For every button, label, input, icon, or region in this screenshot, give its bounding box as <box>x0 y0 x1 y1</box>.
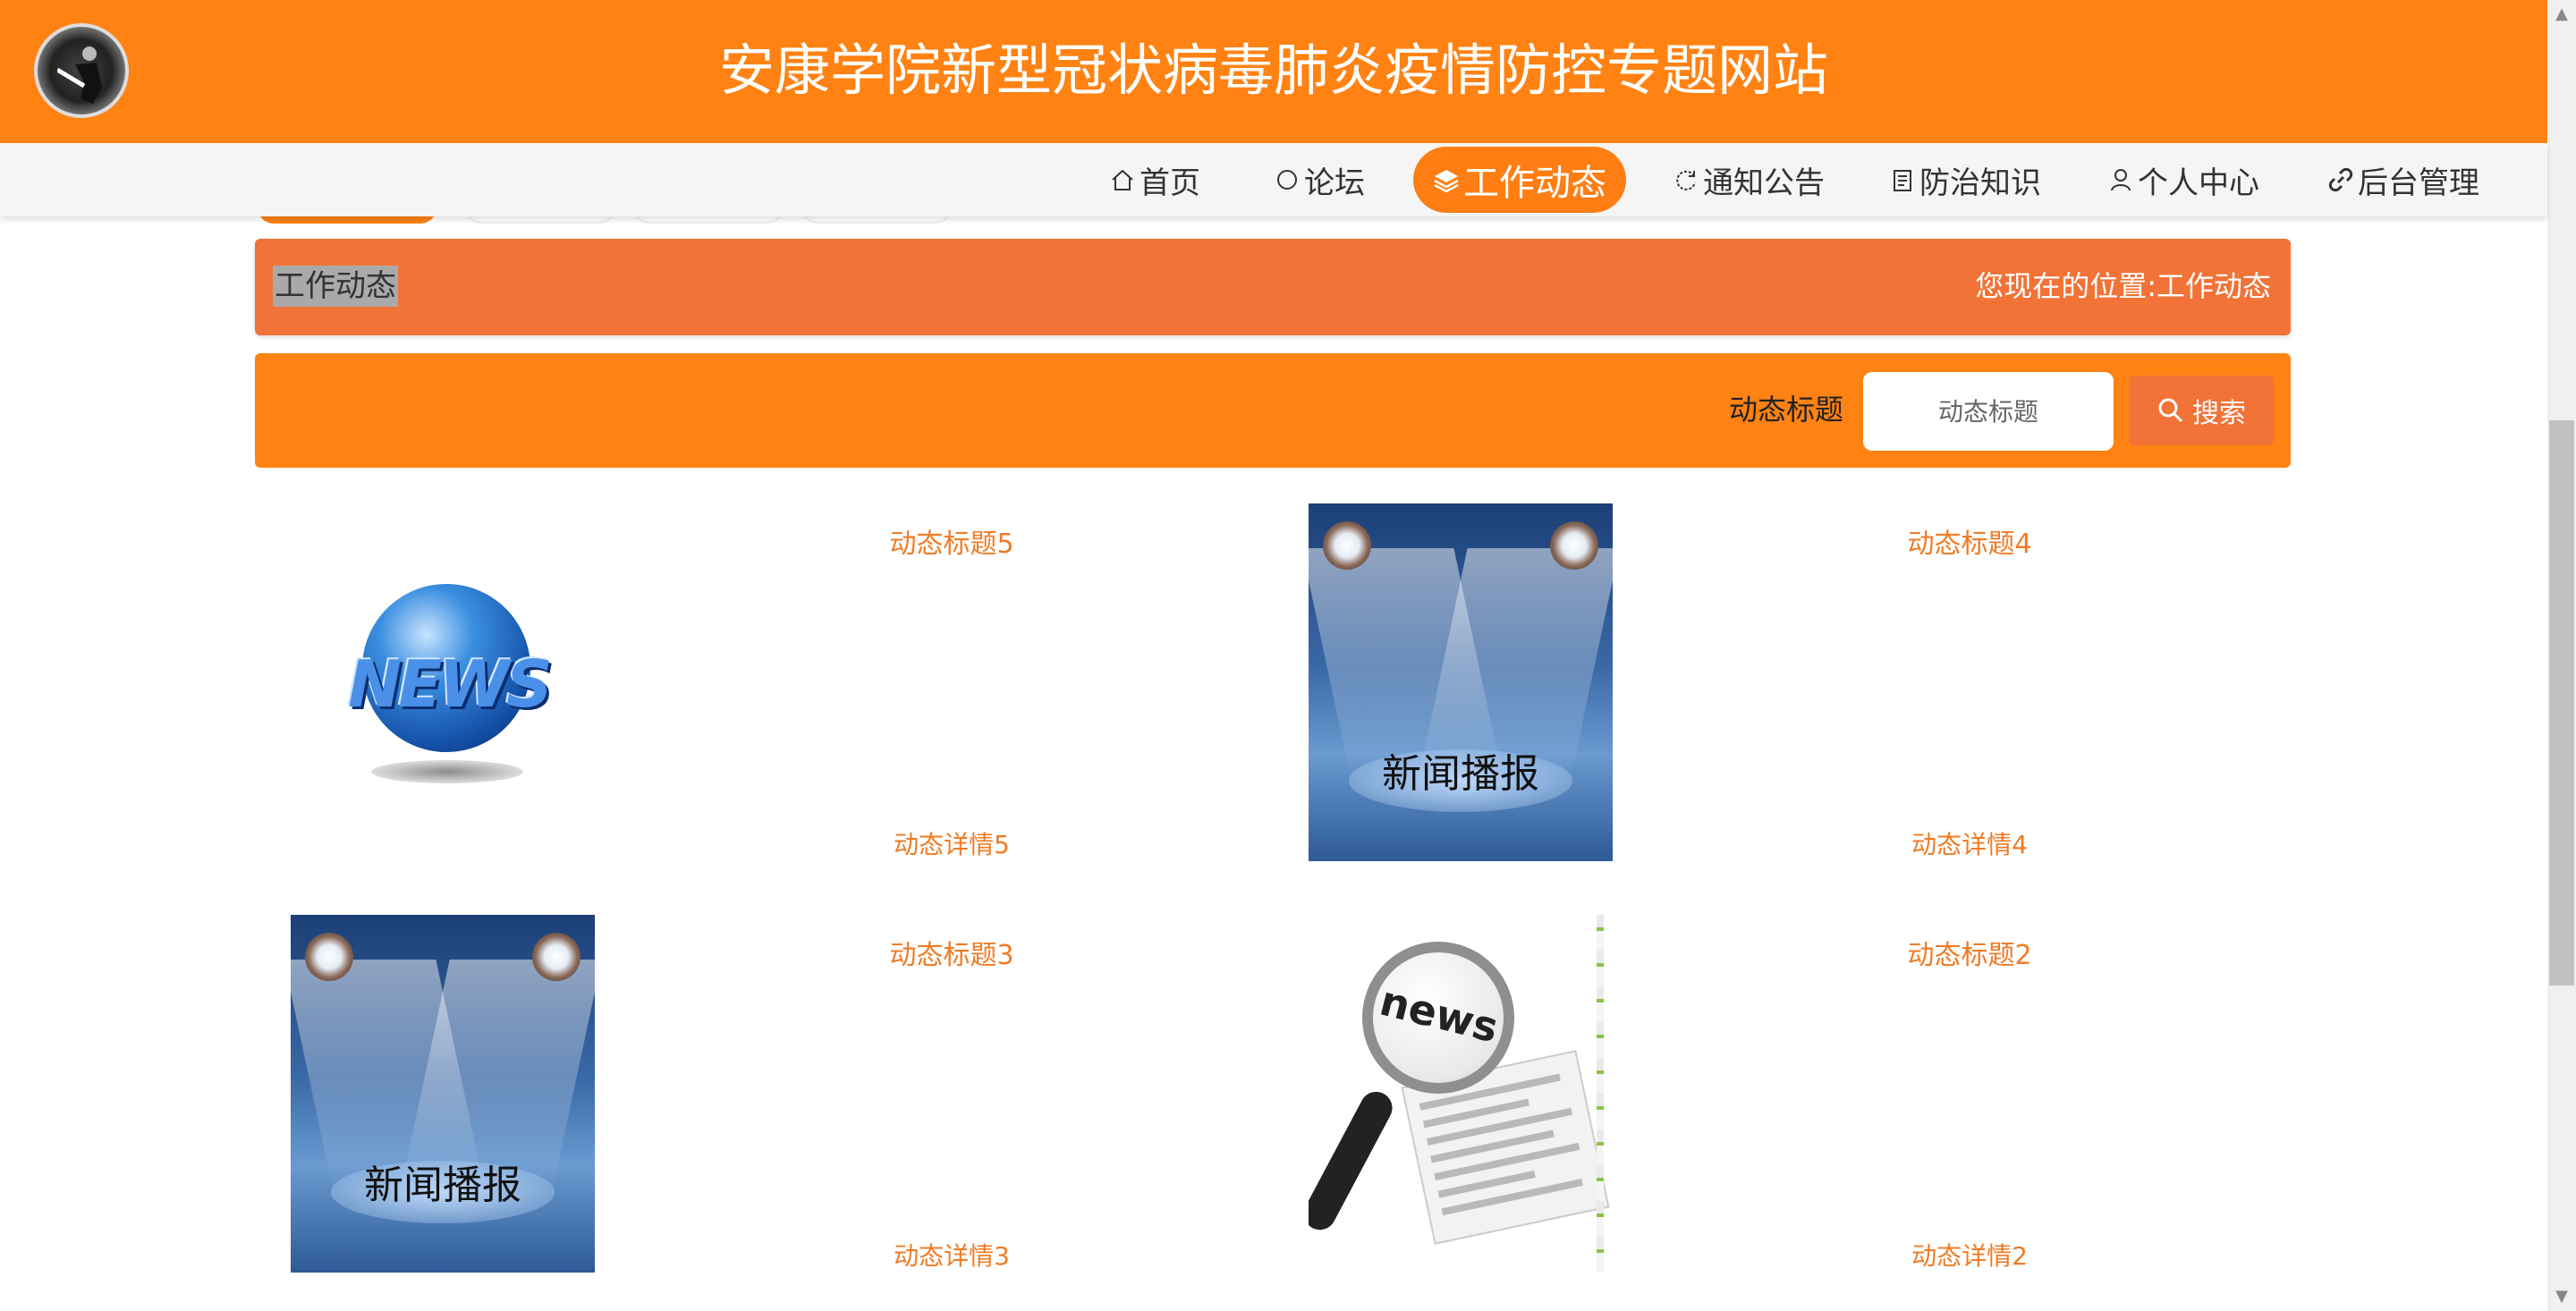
nav-knowledge-label: 防治知识 <box>1919 165 2041 201</box>
spotlight-lamp-icon <box>532 933 580 981</box>
breadcrumb-location-prefix: 您现在的位置: <box>1975 269 2157 303</box>
nav-admin-label: 后台管理 <box>2358 165 2479 201</box>
news-card-title[interactable]: 动态标题4 <box>1648 521 2291 561</box>
image-caption: 新闻播报 <box>1382 751 1539 797</box>
chat-bubble-icon <box>1277 170 1297 190</box>
nav-personal-center[interactable]: 个人中心 <box>2107 147 2259 213</box>
search-icon <box>2158 398 2183 423</box>
news-card-detail[interactable]: 动态详情3 <box>631 1237 1273 1273</box>
search-label: 动态标题 <box>1729 393 1844 427</box>
news-card[interactable]: 新闻播报 动态标题3 动态详情3 <box>255 915 1273 1273</box>
scroll-down-icon[interactable]: ▼ <box>2551 1286 2572 1307</box>
search-bar: 动态标题 搜索 <box>255 353 2291 468</box>
breadcrumb: 工作动态 您现在的位置:工作动态 <box>255 239 2291 335</box>
nav-forum[interactable]: 论坛 <box>1274 147 1365 213</box>
news-globe-image[interactable]: NEWS <box>291 503 595 861</box>
scrollbar-thumb[interactable] <box>2549 420 2574 985</box>
news-card[interactable]: 新闻播报 动态标题4 动态详情4 <box>1273 503 2291 861</box>
nav-notices-label: 通知公告 <box>1703 165 1825 201</box>
layers-icon <box>1434 170 1459 193</box>
globe-graphic: NEWS <box>348 577 553 791</box>
spotlight-lamp-icon <box>305 933 353 981</box>
refresh-icon <box>1676 170 1696 190</box>
newspaper-line <box>1441 1179 1583 1216</box>
image-side-strip <box>1597 915 1604 1273</box>
nav-personal-center-label: 个人中心 <box>2138 165 2259 201</box>
user-icon <box>2111 169 2131 191</box>
magnifier-handle <box>1309 1086 1398 1236</box>
news-card[interactable]: news 动态标题2 动态详情2 <box>1273 915 2291 1273</box>
nav-forum-label: 论坛 <box>1304 165 1365 201</box>
spotlight-stage: 新闻播报 <box>291 915 595 1273</box>
news-card-detail[interactable]: 动态详情4 <box>1648 825 2291 861</box>
news-card-title[interactable]: 动态标题5 <box>631 521 1273 561</box>
globe-shadow <box>371 760 523 783</box>
clipboard-icon <box>1894 170 1911 191</box>
newspaper-line <box>1434 1142 1580 1181</box>
scroll-up-icon[interactable]: ▲ <box>2551 4 2572 25</box>
spotlight-lamp-icon <box>1550 521 1598 570</box>
image-caption: 新闻播报 <box>364 1163 521 1208</box>
news-card[interactable]: NEWS 动态标题5 动态详情5 <box>255 503 1273 861</box>
spotlight-stage: 新闻播报 <box>1309 503 1613 861</box>
spotlight-lamp-icon <box>1323 521 1371 570</box>
news-card-title[interactable]: 动态标题3 <box>631 933 1273 972</box>
news-card-detail[interactable]: 动态详情2 <box>1648 1237 2291 1273</box>
nav-work-news-label: 工作动态 <box>1463 163 1606 204</box>
nav-work-news[interactable]: 工作动态 <box>1413 147 1626 213</box>
nav-admin[interactable]: 后台管理 <box>2327 147 2479 213</box>
news-broadcast-image[interactable]: 新闻播报 <box>291 915 595 1273</box>
globe-news-text: NEWS <box>348 647 553 722</box>
site-title: 安康学院新型冠状病毒肺炎疫情防控专题网站 <box>718 38 1828 103</box>
breadcrumb-location: 您现在的位置:工作动态 <box>1975 266 2271 307</box>
link-icon <box>2328 167 2353 192</box>
news-card-title[interactable]: 动态标题2 <box>1648 933 2291 972</box>
home-icon <box>1112 169 1133 190</box>
nav-home[interactable]: 首页 <box>1109 147 1200 213</box>
site-header: 安康学院新型冠状病毒肺炎疫情防控专题网站 <box>0 0 2547 143</box>
nav-notices[interactable]: 通知公告 <box>1673 147 1825 213</box>
page-title: 工作动态 <box>273 266 398 307</box>
breadcrumb-current[interactable]: 工作动态 <box>2157 269 2271 303</box>
news-broadcast-image[interactable]: 新闻播报 <box>1309 503 1613 861</box>
search-input[interactable] <box>1863 372 2114 451</box>
search-button-label: 搜索 <box>2192 398 2246 429</box>
nav-knowledge[interactable]: 防治知识 <box>1889 147 2041 213</box>
news-card-detail[interactable]: 动态详情5 <box>631 825 1273 861</box>
news-magnifier-image[interactable]: news <box>1309 915 1613 1273</box>
main-nav: 首页 论坛 工作动态 通知公告 防治知识 个人中心 后台管理 <box>0 143 2547 216</box>
search-button[interactable]: 搜索 <box>2129 376 2274 445</box>
newspaper-line <box>1427 1107 1573 1146</box>
nav-home-label: 首页 <box>1140 165 1200 201</box>
